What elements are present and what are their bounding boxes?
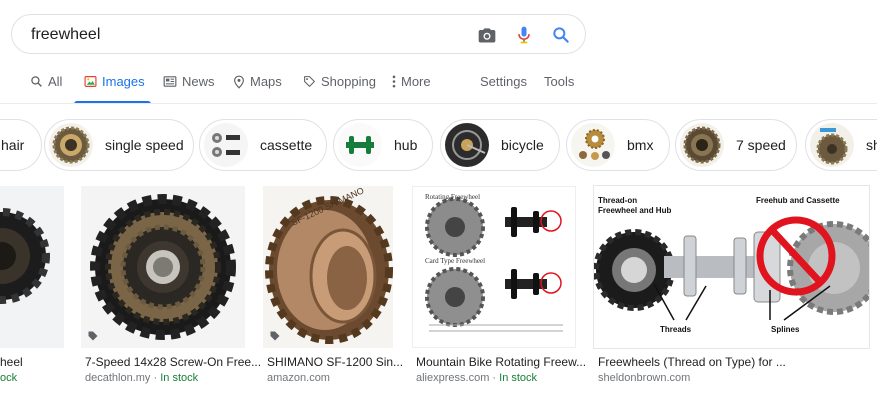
result-title[interactable]: SHIMANO SF-1200 Sin... xyxy=(267,355,403,369)
chip-single-speed[interactable]: single speed xyxy=(44,119,194,171)
tab-more[interactable]: More xyxy=(392,74,431,104)
tab-tools[interactable]: Tools xyxy=(544,74,574,104)
in-stock-label: In stock xyxy=(499,372,538,384)
camera-icon[interactable] xyxy=(477,25,497,45)
chip-cassette[interactable]: cassette xyxy=(199,119,327,171)
separator: · xyxy=(150,372,161,384)
chip-thumbnail xyxy=(680,123,724,167)
tag-icon xyxy=(88,331,98,341)
search-tabs: All Images News Maps Shopping More Setti… xyxy=(0,74,877,104)
chip-label: hub xyxy=(394,137,418,153)
chip-bicycle[interactable]: bicycle xyxy=(440,119,560,171)
diagram-label: Rotating Freewheel xyxy=(425,193,481,201)
chip-label: 7 speed xyxy=(736,137,786,153)
newspaper-icon xyxy=(163,76,177,87)
tab-label: Shopping xyxy=(321,74,376,89)
chip-thumbnail xyxy=(810,123,854,167)
chip-label: bicycle xyxy=(501,137,544,153)
map-pin-icon xyxy=(234,75,244,89)
tab-label: News xyxy=(182,74,215,89)
more-vert-icon xyxy=(392,75,396,88)
source-domain: aliexpress.com xyxy=(416,372,490,384)
tab-label: Settings xyxy=(480,74,527,89)
tab-all[interactable]: All xyxy=(30,74,62,104)
tab-images[interactable]: Images xyxy=(84,74,145,104)
diagram-label: Card Type Freewheel xyxy=(425,257,486,265)
chip-sh[interactable]: sh xyxy=(805,119,877,171)
tab-label: Tools xyxy=(544,74,575,89)
microphone-icon[interactable] xyxy=(514,25,534,45)
chip-label: single speed xyxy=(105,137,184,153)
result-title[interactable]: 7-Speed 14x28 Screw-On Free... xyxy=(85,355,261,369)
in-stock-label: In stock xyxy=(160,372,199,384)
chip-hub[interactable]: hub xyxy=(333,119,433,171)
search-icon xyxy=(31,76,42,87)
tag-icon xyxy=(304,76,315,87)
result-title[interactable]: Mountain Bike Rotating Freew... xyxy=(416,355,586,369)
result-thumbnail[interactable]: Thread-on Freewheel and Hub Freehub and … xyxy=(594,186,869,348)
image-icon xyxy=(84,76,97,87)
search-icon[interactable] xyxy=(551,25,571,45)
result-thumbnail[interactable]: Rotating Freewheel Card Type Freewheel xyxy=(412,186,576,348)
result-thumbnail[interactable] xyxy=(0,186,64,348)
tab-label: Maps xyxy=(250,74,282,89)
result-source: ock xyxy=(0,372,17,384)
diagram-heading: Freehub and Cassette xyxy=(756,196,840,205)
tab-settings[interactable]: Settings xyxy=(480,74,527,104)
search-box[interactable]: freewheel xyxy=(11,14,586,54)
tag-icon xyxy=(270,331,280,341)
result-title[interactable]: Freewheels (Thread on Type) for ... xyxy=(598,355,786,369)
result-thumbnail[interactable] xyxy=(81,186,245,348)
result-title[interactable]: heel xyxy=(0,355,23,369)
tab-maps[interactable]: Maps xyxy=(233,74,282,104)
tab-news[interactable]: News xyxy=(163,74,215,104)
chip-thumbnail xyxy=(49,123,93,167)
separator: · xyxy=(489,372,500,384)
source-domain: decathlon.my xyxy=(85,372,151,384)
chip-thumbnail xyxy=(571,123,615,167)
chip-label: bmx xyxy=(627,137,654,153)
diagram-label: Threads xyxy=(660,325,692,334)
chip-thumbnail xyxy=(338,123,382,167)
chip-thumbnail xyxy=(204,123,248,167)
result-thumbnail[interactable]: SF-1200 SHIMANO xyxy=(263,186,393,348)
divider xyxy=(0,103,877,104)
tab-shopping[interactable]: Shopping xyxy=(303,74,376,104)
chip-label: cassette xyxy=(260,137,313,153)
source-domain: sheldonbrown.com xyxy=(598,372,691,384)
tab-label: All xyxy=(48,74,63,89)
source-domain: amazon.com xyxy=(267,372,330,384)
diagram-label: Splines xyxy=(771,325,800,334)
in-stock-label: ock xyxy=(0,372,18,384)
diagram-heading: Thread-on Freewheel and Hub xyxy=(598,196,672,215)
chip-bmx[interactable]: bmx xyxy=(566,119,670,171)
tab-label: Images xyxy=(102,74,145,89)
chip-7-speed[interactable]: 7 speed xyxy=(675,119,797,171)
result-source: sheldonbrown.com xyxy=(598,372,690,384)
chip-label: sh xyxy=(866,137,877,153)
tab-label: More xyxy=(401,74,431,89)
chip-thumbnail xyxy=(445,123,489,167)
chip-hair[interactable]: hair xyxy=(0,119,42,171)
chip-label: hair xyxy=(1,137,25,153)
result-source: amazon.com xyxy=(267,372,330,384)
result-source: aliexpress.com · In stock xyxy=(416,372,537,384)
search-input[interactable]: freewheel xyxy=(31,26,100,44)
result-source: decathlon.my · In stock xyxy=(85,372,198,384)
